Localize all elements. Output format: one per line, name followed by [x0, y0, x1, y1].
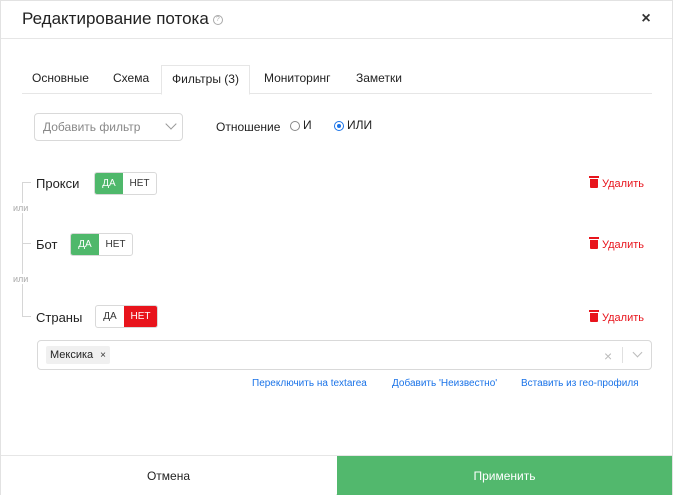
trash-icon [589, 237, 599, 249]
clear-icon[interactable]: × [604, 348, 612, 364]
filter-countries-delete-button[interactable]: Удалить [589, 310, 644, 324]
tree-branch-countries [22, 316, 31, 317]
tab-scheme[interactable]: Схема [103, 65, 159, 94]
delete-label: Удалить [602, 239, 644, 251]
chip-remove-icon[interactable]: × [100, 350, 106, 361]
trash-icon [589, 176, 599, 188]
delete-label: Удалить [602, 178, 644, 190]
modal-header: Редактирование потока? × [1, 1, 672, 39]
filter-proxy-delete-button[interactable]: Удалить [589, 176, 644, 190]
filter-countries-yes-button[interactable]: ДА [96, 306, 124, 327]
filter-proxy-toggle: ДА НЕТ [94, 172, 157, 195]
filter-countries-label: Страны [36, 310, 83, 325]
insert-geo-profile-link[interactable]: Вставить из гео-профиля [521, 378, 639, 389]
filter-proxy-yes-button[interactable]: ДА [95, 173, 123, 194]
add-filter-placeholder: Добавить фильтр [43, 120, 141, 134]
filter-bot-delete-button[interactable]: Удалить [589, 237, 644, 251]
relation-label: Отношение [216, 120, 281, 134]
filter-countries-no-button[interactable]: НЕТ [124, 306, 157, 327]
or-connector-label: или [12, 203, 30, 213]
help-icon[interactable]: ? [212, 15, 223, 25]
tab-basic[interactable]: Основные [22, 65, 99, 94]
cancel-button[interactable]: Отмена [1, 456, 336, 495]
apply-button[interactable]: Применить [337, 456, 672, 495]
filter-bot-no-button[interactable]: НЕТ [99, 234, 132, 255]
modal-title-text: Редактирование потока [22, 9, 209, 28]
country-chip-label: Мексика [50, 349, 94, 361]
trash-icon [589, 310, 599, 322]
relation-or-label[interactable]: ИЛИ [347, 118, 372, 132]
relation-and-label[interactable]: И [303, 118, 312, 132]
filter-bot-label: Бот [36, 237, 58, 252]
countries-multiselect[interactable]: Мексика × × [37, 340, 652, 370]
tab-monitoring[interactable]: Мониторинг [254, 65, 341, 94]
relation-or-radio[interactable] [334, 121, 344, 131]
modal-footer: Отмена Применить [1, 455, 672, 495]
filter-proxy-label: Прокси [36, 176, 80, 191]
edit-flow-modal: Редактирование потока? × Основные Схема … [0, 0, 673, 495]
filter-bot-toggle: ДА НЕТ [70, 233, 133, 256]
tab-filters[interactable]: Фильтры (3) [161, 65, 250, 95]
tree-branch-bot [22, 243, 31, 244]
delete-label: Удалить [602, 312, 644, 324]
switch-textarea-link[interactable]: Переключить на textarea [252, 378, 367, 389]
tab-notes[interactable]: Заметки [346, 65, 412, 94]
filter-proxy-no-button[interactable]: НЕТ [123, 173, 156, 194]
filter-countries-toggle: ДА НЕТ [95, 305, 158, 328]
chevron-down-icon [165, 118, 177, 130]
chevron-down-icon[interactable] [632, 347, 643, 358]
relation-and-radio[interactable] [290, 121, 300, 131]
add-unknown-link[interactable]: Добавить 'Неизвестно' [392, 378, 497, 389]
filter-bot-yes-button[interactable]: ДА [71, 234, 99, 255]
tab-bar: Основные Схема Фильтры (3) Мониторинг За… [22, 65, 652, 95]
modal-title: Редактирование потока? [22, 9, 223, 29]
close-icon[interactable]: × [637, 10, 655, 28]
country-chip: Мексика × [46, 346, 111, 364]
add-filter-select[interactable]: Добавить фильтр [34, 113, 183, 141]
select-divider [622, 347, 623, 363]
tree-branch-proxy [22, 182, 31, 183]
or-connector-label: или [12, 274, 30, 284]
